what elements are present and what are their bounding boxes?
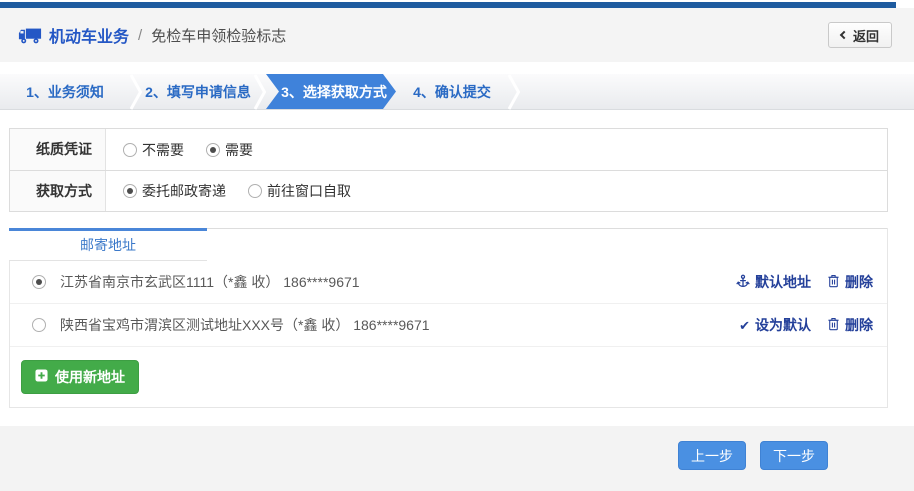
page-title: 免检车申领检验标志	[151, 25, 286, 46]
truck-icon	[18, 27, 42, 44]
default-address-label: 默认地址	[755, 272, 811, 292]
form-row-options: 不需要 需要	[106, 129, 887, 170]
step-separator-icon	[254, 74, 266, 110]
set-default-label: 设为默认	[755, 315, 811, 335]
set-default-link[interactable]: ✔ 设为默认	[739, 315, 811, 335]
new-address-row: 使用新地址	[10, 347, 887, 407]
step-3-choose-method-active[interactable]: 3、选择获取方式	[266, 74, 396, 109]
breadcrumb-divider: /	[136, 27, 144, 44]
delete-address-link[interactable]: 删除	[827, 272, 873, 292]
trash-icon	[827, 317, 840, 334]
address-tabstrip: 邮寄地址	[10, 228, 887, 261]
form-row-obtain-method: 获取方式 委托邮政寄递 前往窗口自取	[10, 170, 887, 211]
trash-icon	[827, 274, 840, 291]
add-new-address-button[interactable]: 使用新地址	[21, 360, 139, 394]
radio-icon[interactable]	[123, 184, 137, 198]
mailing-address-panel: 邮寄地址 江苏省南京市玄武区1111（*鑫 收） 186****9671 默认地…	[9, 228, 888, 408]
radio-label: 不需要	[142, 140, 184, 160]
footer-bar: 上一步 下一步	[0, 426, 914, 491]
address-text: 陕西省宝鸡市渭滨区测试地址XXX号（*鑫 收） 186****9671	[60, 315, 739, 335]
address-text: 江苏省南京市玄武区1111（*鑫 收） 186****9671	[60, 272, 736, 292]
form-row-paper-voucher: 纸质凭证 不需要 需要	[10, 129, 887, 170]
default-address-link[interactable]: 默认地址	[736, 272, 811, 292]
previous-step-button[interactable]: 上一步	[678, 441, 746, 470]
breadcrumb: 机动车业务 / 免检车申领检验标志	[18, 23, 286, 47]
step-2-fill-info[interactable]: 2、填写申请信息	[142, 74, 254, 109]
radio-icon[interactable]	[123, 143, 137, 157]
radio-option-not-needed[interactable]: 不需要	[123, 140, 184, 160]
address-actions: ✔ 设为默认 删除	[739, 315, 873, 335]
radio-option-needed[interactable]: 需要	[206, 140, 253, 160]
add-new-address-label: 使用新地址	[55, 367, 125, 387]
radio-icon[interactable]	[206, 143, 220, 157]
plus-icon	[35, 369, 48, 385]
radio-label: 前往窗口自取	[267, 181, 351, 201]
section-title: 机动车业务	[49, 23, 129, 47]
address-row-2: 陕西省宝鸡市渭滨区测试地址XXX号（*鑫 收） 186****9671 ✔ 设为…	[10, 304, 887, 347]
anchor-icon	[736, 274, 750, 291]
form-row-options: 委托邮政寄递 前往窗口自取	[106, 171, 887, 211]
tab-mailing-address[interactable]: 邮寄地址	[9, 228, 207, 261]
radio-label: 需要	[225, 140, 253, 160]
address-radio[interactable]	[32, 275, 46, 289]
radio-label: 委托邮政寄递	[142, 181, 226, 201]
back-button[interactable]: 返回	[828, 22, 892, 48]
step-1-notice[interactable]: 1、业务须知	[0, 74, 130, 109]
delete-label: 删除	[845, 272, 873, 292]
address-radio[interactable]	[32, 318, 46, 332]
address-actions: 默认地址 删除	[736, 272, 873, 292]
delete-address-link[interactable]: 删除	[827, 315, 873, 335]
step-progress-bar: 1、业务须知 2、填写申请信息 3、选择获取方式 4、确认提交	[0, 74, 914, 110]
form-row-label: 纸质凭证	[10, 129, 106, 170]
chevron-left-icon	[840, 31, 848, 39]
step-4-confirm-submit[interactable]: 4、确认提交	[396, 74, 508, 109]
radio-icon[interactable]	[248, 184, 262, 198]
radio-option-window-pickup[interactable]: 前往窗口自取	[248, 181, 351, 201]
check-icon: ✔	[739, 319, 750, 332]
step-separator-icon	[130, 74, 142, 110]
address-row-1: 江苏省南京市玄武区1111（*鑫 收） 186****9671 默认地址	[10, 261, 887, 304]
radio-option-postal-delivery[interactable]: 委托邮政寄递	[123, 181, 226, 201]
page-header: 机动车业务 / 免检车申领检验标志 返回	[0, 8, 914, 62]
back-button-label: 返回	[853, 26, 879, 45]
step-separator-icon	[508, 74, 520, 110]
delete-label: 删除	[845, 315, 873, 335]
next-step-button[interactable]: 下一步	[760, 441, 828, 470]
options-form: 纸质凭证 不需要 需要 获取方式 委托邮政寄递 前往窗口自取	[9, 128, 888, 212]
form-row-label: 获取方式	[10, 171, 106, 211]
